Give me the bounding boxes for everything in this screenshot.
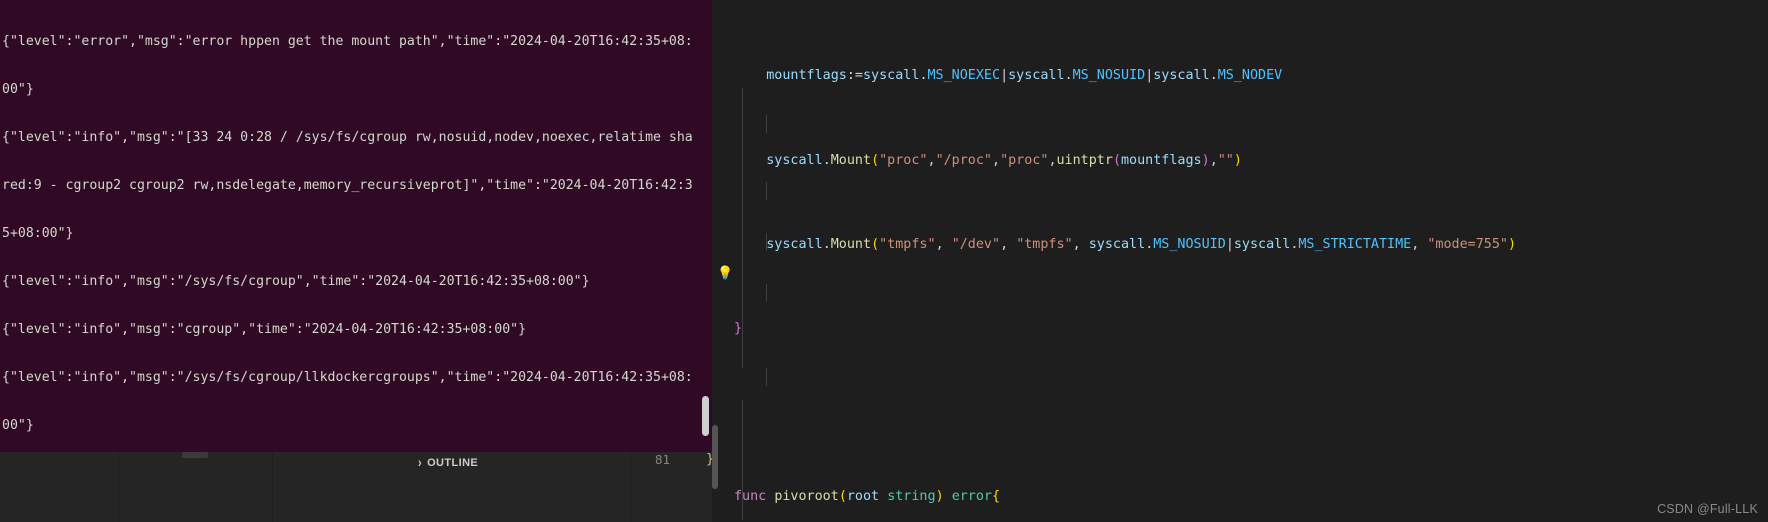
code-editor-pane[interactable]: mountflags:=syscall.MS_NOEXEC|syscall.MS… — [712, 0, 1768, 522]
code-line: } — [734, 321, 743, 337]
outline-panel-header[interactable]: › OUTLINE — [418, 453, 478, 473]
chrome-divider — [272, 452, 273, 522]
code-line: syscall.Mount("proc","/proc","proc",uint… — [766, 152, 1242, 168]
code-line: syscall.Mount("tmpfs", "/dev", "tmpfs", … — [766, 236, 1517, 252]
editor-line-number: 81 — [655, 452, 671, 467]
terminal-log-line: red:9 - cgroup2 cgroup2 rw,nsdelegate,me… — [2, 178, 693, 193]
terminal-log-line: {"level":"info","msg":"/sys/fs/cgroup","… — [2, 274, 590, 289]
chrome-divider — [118, 452, 119, 522]
terminal-pane[interactable]: {"level":"error","msg":"error hppen get … — [0, 0, 712, 440]
terminal-output: {"level":"error","msg":"error hppen get … — [0, 0, 712, 440]
outline-label: OUTLINE — [427, 457, 479, 469]
code-line: mountflags:=syscall.MS_NOEXEC|syscall.MS… — [766, 68, 1283, 84]
chevron-right-icon: › — [418, 455, 423, 471]
terminal-log-line: {"level":"info","msg":"/sys/fs/cgroup/ll… — [2, 370, 693, 385]
minimap-thumb[interactable] — [182, 452, 208, 458]
terminal-log-line: {"level":"info","msg":"cgroup","time":"2… — [2, 322, 527, 337]
terminal-log-line: 00"} — [2, 82, 34, 97]
terminal-log-line: 00"} — [2, 418, 34, 433]
terminal-pane-bottom-edge — [0, 440, 712, 452]
chrome-divider — [630, 452, 631, 522]
terminal-scrollbar[interactable] — [702, 396, 709, 436]
code-line: func pivoroot(root string) error{ — [734, 489, 1001, 505]
screenshot-root: {"level":"error","msg":"error hppen get … — [0, 0, 1768, 522]
editor-bottom-chrome: › OUTLINE — [0, 452, 712, 522]
terminal-log-line: 5+08:00"} — [2, 226, 74, 241]
lightbulb-icon[interactable]: 💡 — [717, 267, 733, 281]
panel-tab-strip — [0, 452, 712, 474]
watermark-text: CSDN @Full-LLK — [1657, 502, 1758, 516]
terminal-log-line: {"level":"error","msg":"error hppen get … — [2, 34, 693, 49]
terminal-log-line: {"level":"info","msg":"[33 24 0:28 / /sy… — [2, 130, 693, 145]
editor-vertical-scrollbar[interactable] — [712, 425, 718, 489]
code-content[interactable]: mountflags:=syscall.MS_NOEXEC|syscall.MS… — [712, 0, 1768, 522]
